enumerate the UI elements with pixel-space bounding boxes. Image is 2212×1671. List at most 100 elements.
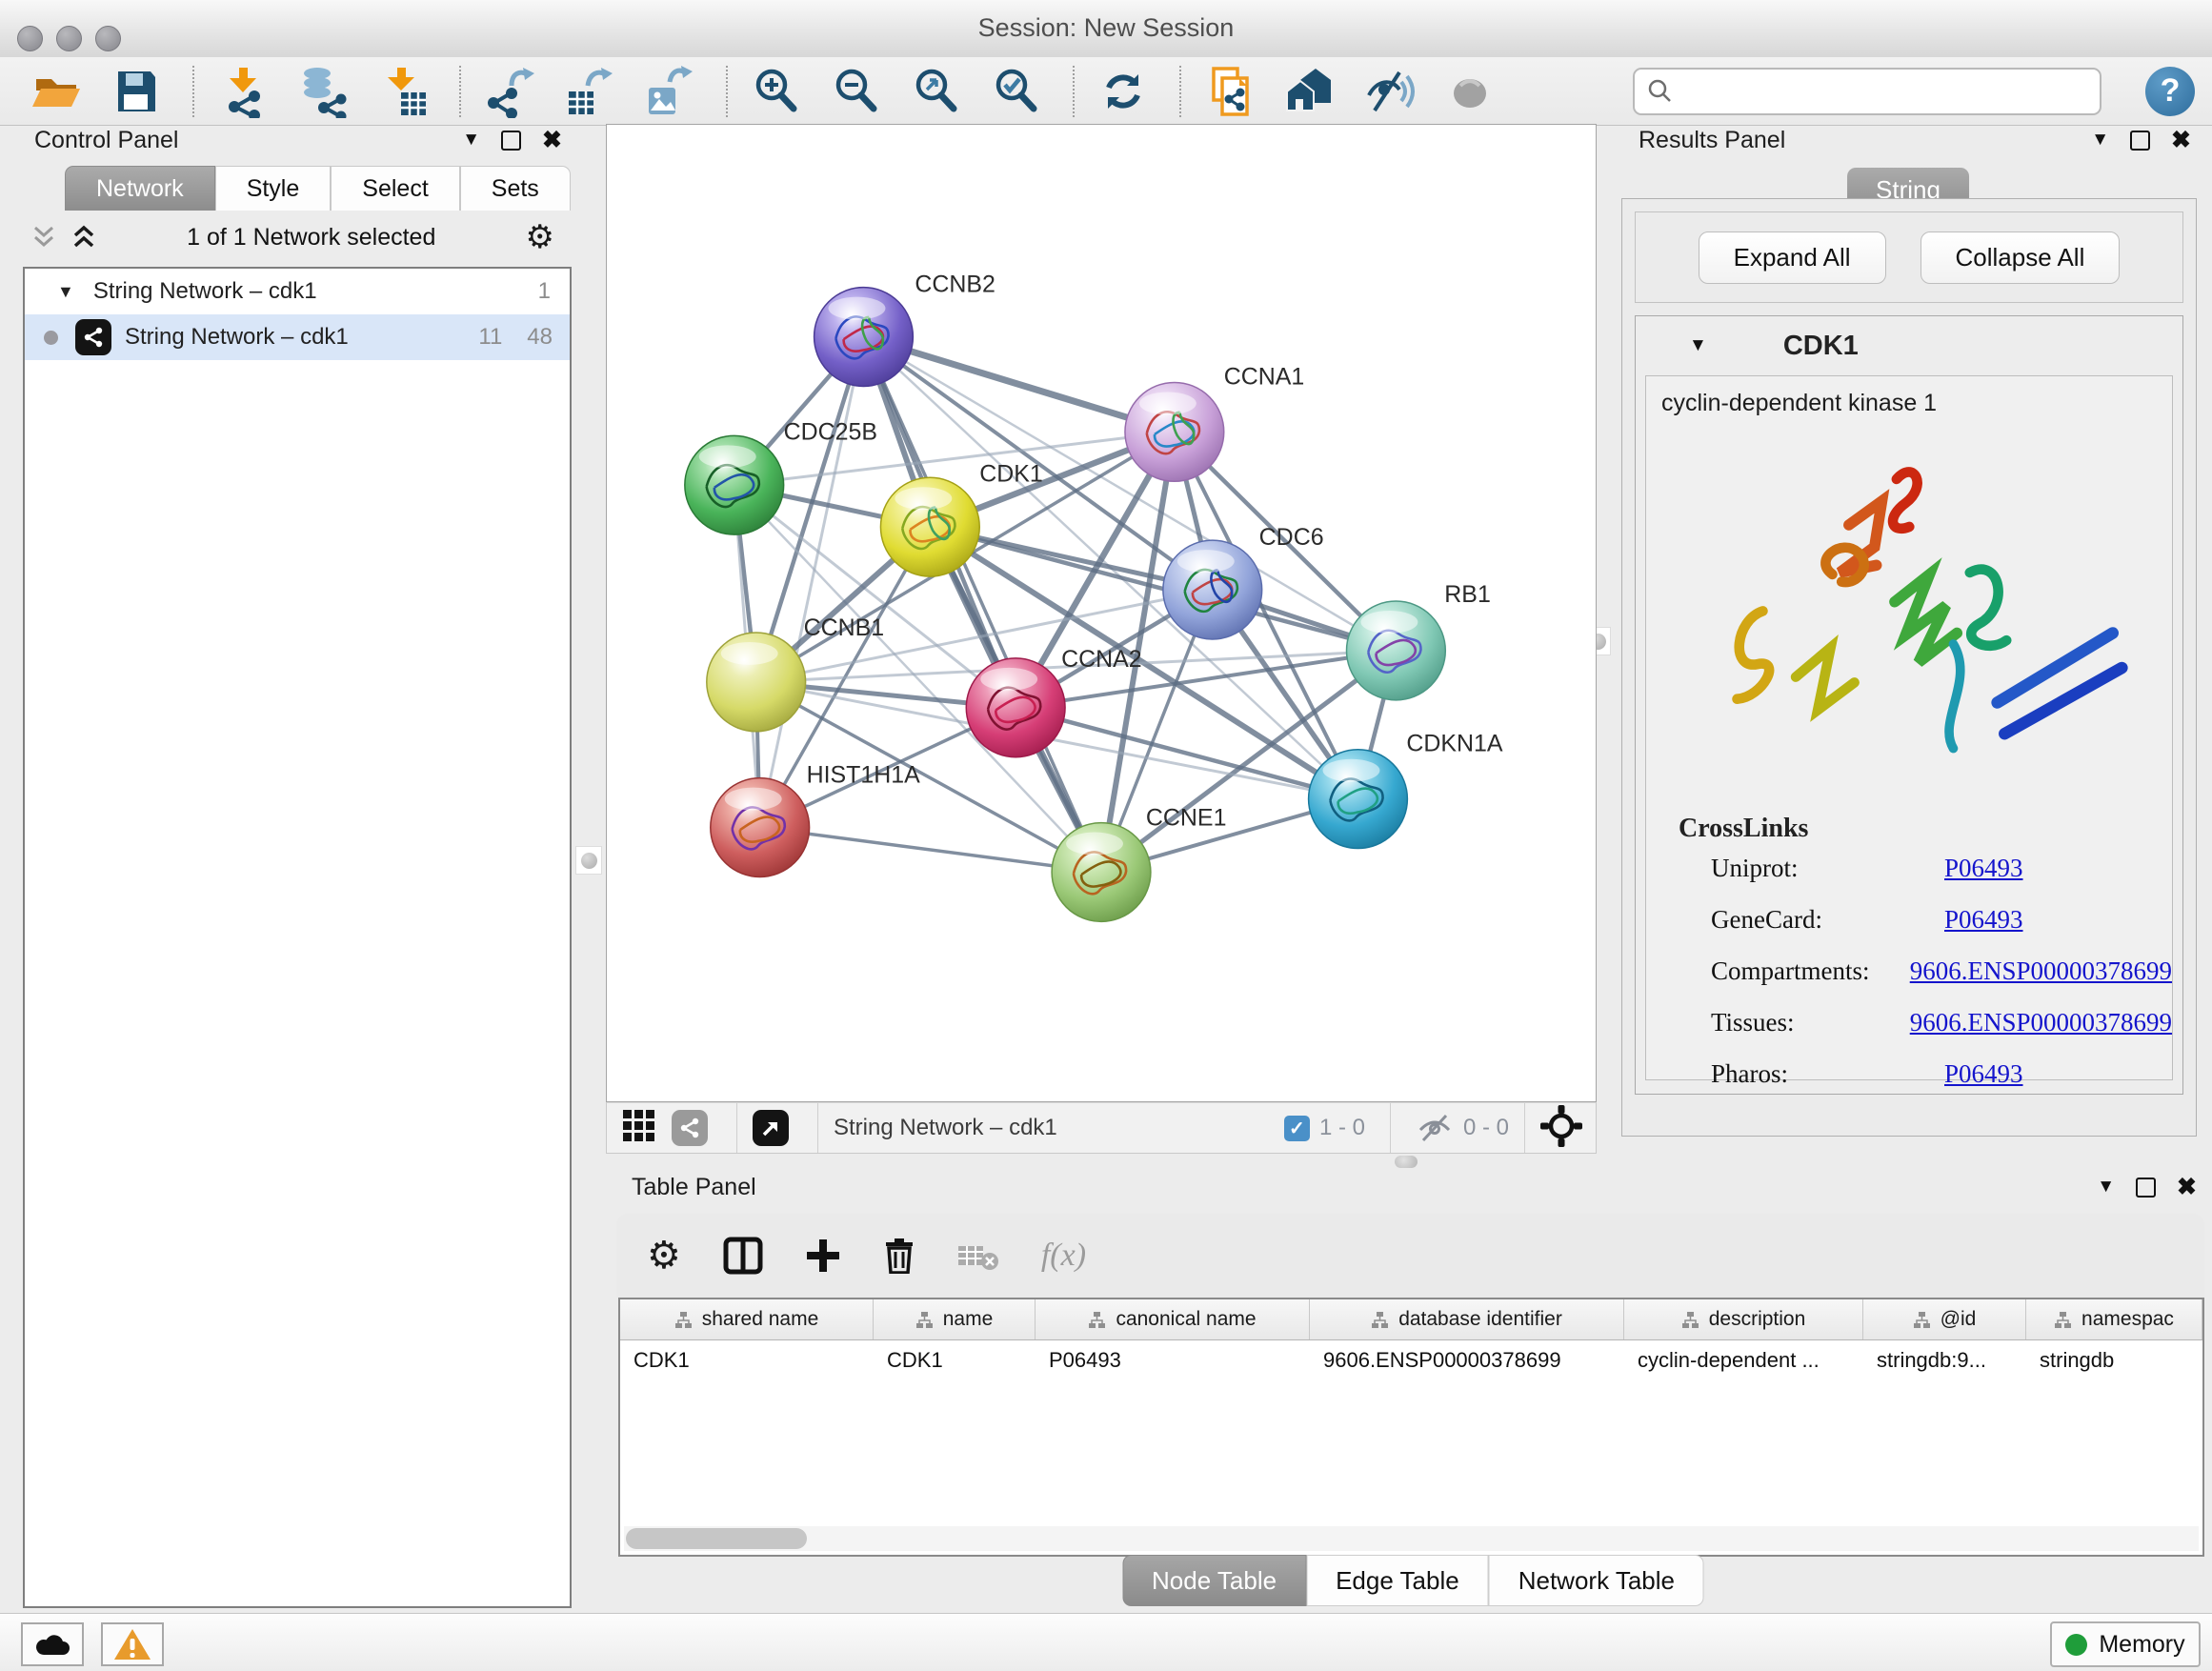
node-CCNB2[interactable] bbox=[814, 288, 914, 387]
show-columns-icon[interactable] bbox=[723, 1237, 763, 1275]
apply-layout-icon[interactable] bbox=[1094, 62, 1153, 121]
collection-expand-icon[interactable]: ▼ bbox=[57, 282, 74, 302]
control-panel-maximize-icon[interactable] bbox=[501, 131, 521, 151]
column-header-database-identifier[interactable]: database identifier bbox=[1310, 1299, 1624, 1339]
table-cell[interactable]: P06493 bbox=[1036, 1340, 1310, 1384]
export-network-icon[interactable] bbox=[480, 62, 539, 121]
table-cell[interactable]: CDK1 bbox=[620, 1340, 874, 1384]
import-network-file-icon[interactable] bbox=[213, 62, 272, 121]
tab-style[interactable]: Style bbox=[215, 166, 332, 211]
tab-sets[interactable]: Sets bbox=[460, 166, 571, 211]
string-network-graph[interactable]: CCNB2CCNA1CDC25BCDK1CDC6RB1CCNB1CCNA2CDK… bbox=[607, 125, 1596, 1101]
column-header-canonical-name[interactable]: canonical name bbox=[1036, 1299, 1310, 1339]
table-cell[interactable]: stringdb:9... bbox=[1863, 1340, 2026, 1384]
node-CDC6[interactable] bbox=[1163, 540, 1262, 639]
network-canvas[interactable]: CCNB2CCNA1CDC25BCDK1CDC6RB1CCNB1CCNA2CDK… bbox=[606, 124, 1597, 1102]
left-splitter-handle[interactable] bbox=[575, 846, 602, 875]
column-header-name[interactable]: name bbox=[874, 1299, 1036, 1339]
genecard-link[interactable]: P06493 bbox=[1944, 905, 2023, 935]
zoom-in-icon[interactable] bbox=[747, 62, 806, 121]
delete-column-icon[interactable] bbox=[883, 1238, 915, 1274]
warnings-button[interactable] bbox=[101, 1622, 164, 1666]
control-panel-float-icon[interactable]: ▼ bbox=[462, 130, 480, 151]
memory-button[interactable]: Memory bbox=[2050, 1621, 2201, 1667]
toolbar-separator bbox=[192, 66, 194, 117]
network-options-gear-icon[interactable]: ⚙ bbox=[526, 221, 554, 253]
export-image-icon[interactable] bbox=[640, 62, 699, 121]
results-panel-maximize-icon[interactable] bbox=[2130, 131, 2150, 151]
table-tabs: Node Table Edge Table Network Table bbox=[1122, 1555, 1704, 1606]
network-collection-row[interactable]: ▼ String Network – cdk1 1 bbox=[25, 269, 570, 314]
export-table-icon[interactable] bbox=[560, 62, 619, 121]
selected-items-checkbox[interactable]: ✓ bbox=[1284, 1116, 1310, 1141]
tissues-link[interactable]: 9606.ENSP00000378699 bbox=[1910, 1008, 2172, 1037]
collapse-all-button[interactable]: Collapse All bbox=[1920, 232, 2121, 284]
zoom-out-icon[interactable] bbox=[827, 62, 886, 121]
column-header-namespac[interactable]: namespac bbox=[2026, 1299, 2202, 1339]
node-CCNA1[interactable] bbox=[1125, 382, 1224, 481]
table-panel-close-icon[interactable]: ✖ bbox=[2177, 1176, 2197, 1199]
bottom-splitter-handle[interactable] bbox=[1395, 1156, 1418, 1168]
collapse-all-icon[interactable] bbox=[30, 225, 57, 250]
control-panel-close-icon[interactable]: ✖ bbox=[542, 129, 562, 152]
help-button[interactable]: ? bbox=[2145, 67, 2195, 116]
network-type-icon[interactable] bbox=[672, 1110, 708, 1146]
table-cell[interactable]: stringdb bbox=[2026, 1340, 2202, 1384]
node-CCNE1[interactable] bbox=[1052, 823, 1151, 922]
scrollbar-thumb[interactable] bbox=[626, 1528, 807, 1549]
node-HIST1H1A[interactable] bbox=[711, 778, 810, 877]
cdk1-collapse-icon[interactable]: ▼ bbox=[1689, 335, 1707, 356]
hide-selected-icon[interactable] bbox=[1360, 62, 1419, 121]
expand-all-button[interactable]: Expand All bbox=[1699, 232, 1886, 284]
column-header--id[interactable]: @id bbox=[1863, 1299, 2026, 1339]
edge-CCNB2-HIST1H1A[interactable] bbox=[760, 337, 864, 828]
tab-network[interactable]: Network bbox=[65, 166, 215, 211]
compartments-link[interactable]: 9606.ENSP00000378699 bbox=[1910, 956, 2172, 986]
tab-node-table[interactable]: Node Table bbox=[1122, 1555, 1306, 1606]
results-panel-close-icon[interactable]: ✖ bbox=[2171, 129, 2191, 152]
import-table-file-icon[interactable] bbox=[373, 62, 432, 121]
column-type-icon bbox=[915, 1311, 934, 1329]
table-row[interactable]: CDK1CDK1P064939606.ENSP00000378699cyclin… bbox=[620, 1340, 2202, 1384]
column-header-shared-name[interactable]: shared name bbox=[620, 1299, 874, 1339]
node-CDKN1A[interactable] bbox=[1309, 750, 1408, 849]
zoom-selected-icon[interactable] bbox=[987, 62, 1046, 121]
edge-CCNB2-CCNE1[interactable] bbox=[863, 337, 1101, 873]
tab-edge-table[interactable]: Edge Table bbox=[1306, 1555, 1489, 1606]
column-header-description[interactable]: description bbox=[1624, 1299, 1863, 1339]
table-panel-maximize-icon[interactable] bbox=[2136, 1178, 2156, 1198]
table-cell[interactable]: cyclin-dependent ... bbox=[1624, 1340, 1863, 1384]
node-RB1[interactable] bbox=[1347, 601, 1446, 700]
expand-all-icon[interactable] bbox=[70, 225, 97, 250]
open-session-icon[interactable] bbox=[27, 62, 86, 121]
clone-network-icon[interactable] bbox=[1200, 62, 1259, 121]
search-box[interactable] bbox=[1633, 68, 2101, 115]
create-column-icon[interactable] bbox=[805, 1238, 841, 1274]
table-panel-float-icon[interactable]: ▼ bbox=[2097, 1177, 2115, 1198]
table-cell[interactable]: 9606.ENSP00000378699 bbox=[1310, 1340, 1624, 1384]
table-horizontal-scrollbar[interactable] bbox=[624, 1526, 2199, 1551]
node-CDK1[interactable] bbox=[880, 477, 979, 576]
birds-eye-view-icon[interactable] bbox=[753, 1110, 789, 1146]
edge-HIST1H1A-CCNE1[interactable] bbox=[760, 828, 1101, 873]
search-input[interactable] bbox=[1675, 77, 2100, 106]
import-network-database-icon[interactable] bbox=[293, 62, 352, 121]
node-CCNA2[interactable] bbox=[966, 658, 1065, 757]
pharos-link[interactable]: P06493 bbox=[1944, 1059, 2023, 1089]
zoom-fit-icon[interactable] bbox=[907, 62, 966, 121]
show-all-icon[interactable] bbox=[1440, 62, 1499, 121]
tab-select[interactable]: Select bbox=[331, 166, 459, 211]
node-CDC25B[interactable] bbox=[685, 435, 784, 534]
fit-selected-crosshair-icon[interactable] bbox=[1540, 1105, 1582, 1152]
home-icon[interactable] bbox=[1280, 62, 1339, 121]
show-grid-icon[interactable] bbox=[622, 1109, 656, 1148]
network-row[interactable]: String Network – cdk1 11 48 bbox=[25, 314, 570, 360]
save-session-icon[interactable] bbox=[107, 62, 166, 121]
tab-network-table[interactable]: Network Table bbox=[1489, 1555, 1704, 1606]
table-cell[interactable]: CDK1 bbox=[874, 1340, 1036, 1384]
cloud-status-button[interactable] bbox=[21, 1622, 84, 1666]
table-options-gear-icon[interactable]: ⚙ bbox=[647, 1237, 681, 1275]
node-CCNB1[interactable] bbox=[707, 633, 806, 732]
uniprot-link[interactable]: P06493 bbox=[1944, 854, 2023, 883]
results-panel-float-icon[interactable]: ▼ bbox=[2091, 130, 2109, 151]
